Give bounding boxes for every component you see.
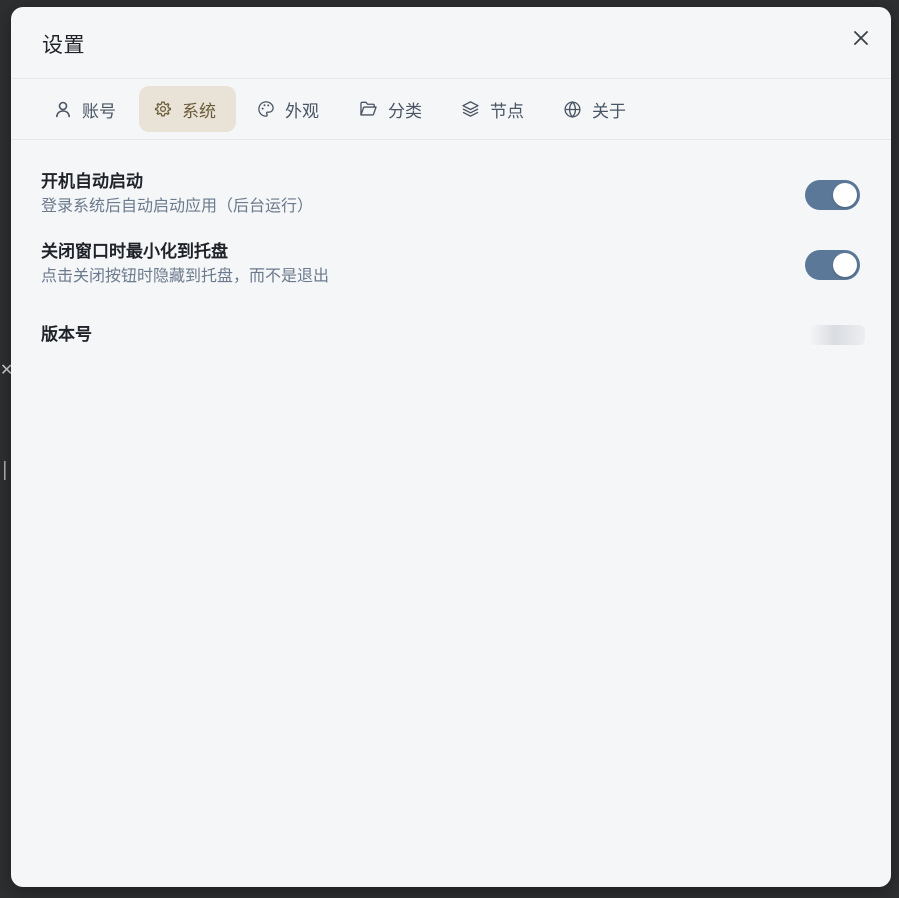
tab-system[interactable]: 系统: [139, 86, 236, 132]
tab-account[interactable]: 账号: [39, 86, 131, 132]
gear-icon: [154, 101, 172, 117]
close-icon: [854, 31, 868, 45]
setting-version-title: 版本号: [41, 325, 92, 345]
dialog-title: 设置: [42, 33, 85, 57]
dialog-header: 设置: [11, 7, 891, 79]
settings-dialog: 设置 账号 系统 外观 分类 节点 关于 开机自动启动 登录系统后自动启动应用（…: [11, 7, 891, 887]
toggle-knob: [833, 183, 857, 207]
setting-minimize-desc: 点击关闭按钮时隐藏到托盘，而不是退出: [41, 266, 330, 285]
tab-appearance[interactable]: 外观: [242, 86, 334, 132]
setting-minimize-title: 关闭窗口时最小化到托盘: [41, 242, 228, 262]
palette-icon: [258, 101, 274, 117]
version-value-redacted: [809, 325, 865, 345]
tab-category-label: 分类: [388, 101, 422, 122]
tab-account-label: 账号: [82, 101, 116, 122]
tab-about-label: 关于: [592, 101, 626, 122]
close-button[interactable]: [849, 26, 873, 50]
user-icon: [56, 101, 70, 118]
globe-icon: [564, 100, 581, 118]
setting-version: 版本号: [41, 323, 865, 349]
setting-autostart: 开机自动启动 登录系统后自动启动应用（后台运行）: [41, 170, 863, 222]
settings-content: 开机自动启动 登录系统后自动启动应用（后台运行） 关闭窗口时最小化到托盘 点击关…: [11, 140, 891, 887]
setting-autostart-desc: 登录系统后自动启动应用（后台运行）: [41, 196, 314, 215]
tab-category[interactable]: 分类: [344, 86, 437, 132]
backdrop-glyph: │: [0, 461, 10, 480]
tab-about[interactable]: 关于: [548, 86, 641, 132]
tab-appearance-label: 外观: [285, 101, 319, 122]
minimize-to-tray-toggle[interactable]: [805, 250, 860, 280]
autostart-toggle[interactable]: [805, 180, 860, 210]
setting-autostart-title: 开机自动启动: [41, 172, 143, 192]
tab-nodes-label: 节点: [490, 101, 524, 122]
toggle-knob: [833, 253, 857, 277]
tab-nodes[interactable]: 节点: [446, 86, 539, 132]
layers-icon: [462, 101, 479, 117]
folder-icon: [360, 101, 377, 116]
setting-minimize-to-tray: 关闭窗口时最小化到托盘 点击关闭按钮时隐藏到托盘，而不是退出: [41, 240, 863, 292]
settings-tabs: 账号 系统 外观 分类 节点 关于: [11, 79, 891, 140]
tab-system-label: 系统: [182, 101, 216, 122]
